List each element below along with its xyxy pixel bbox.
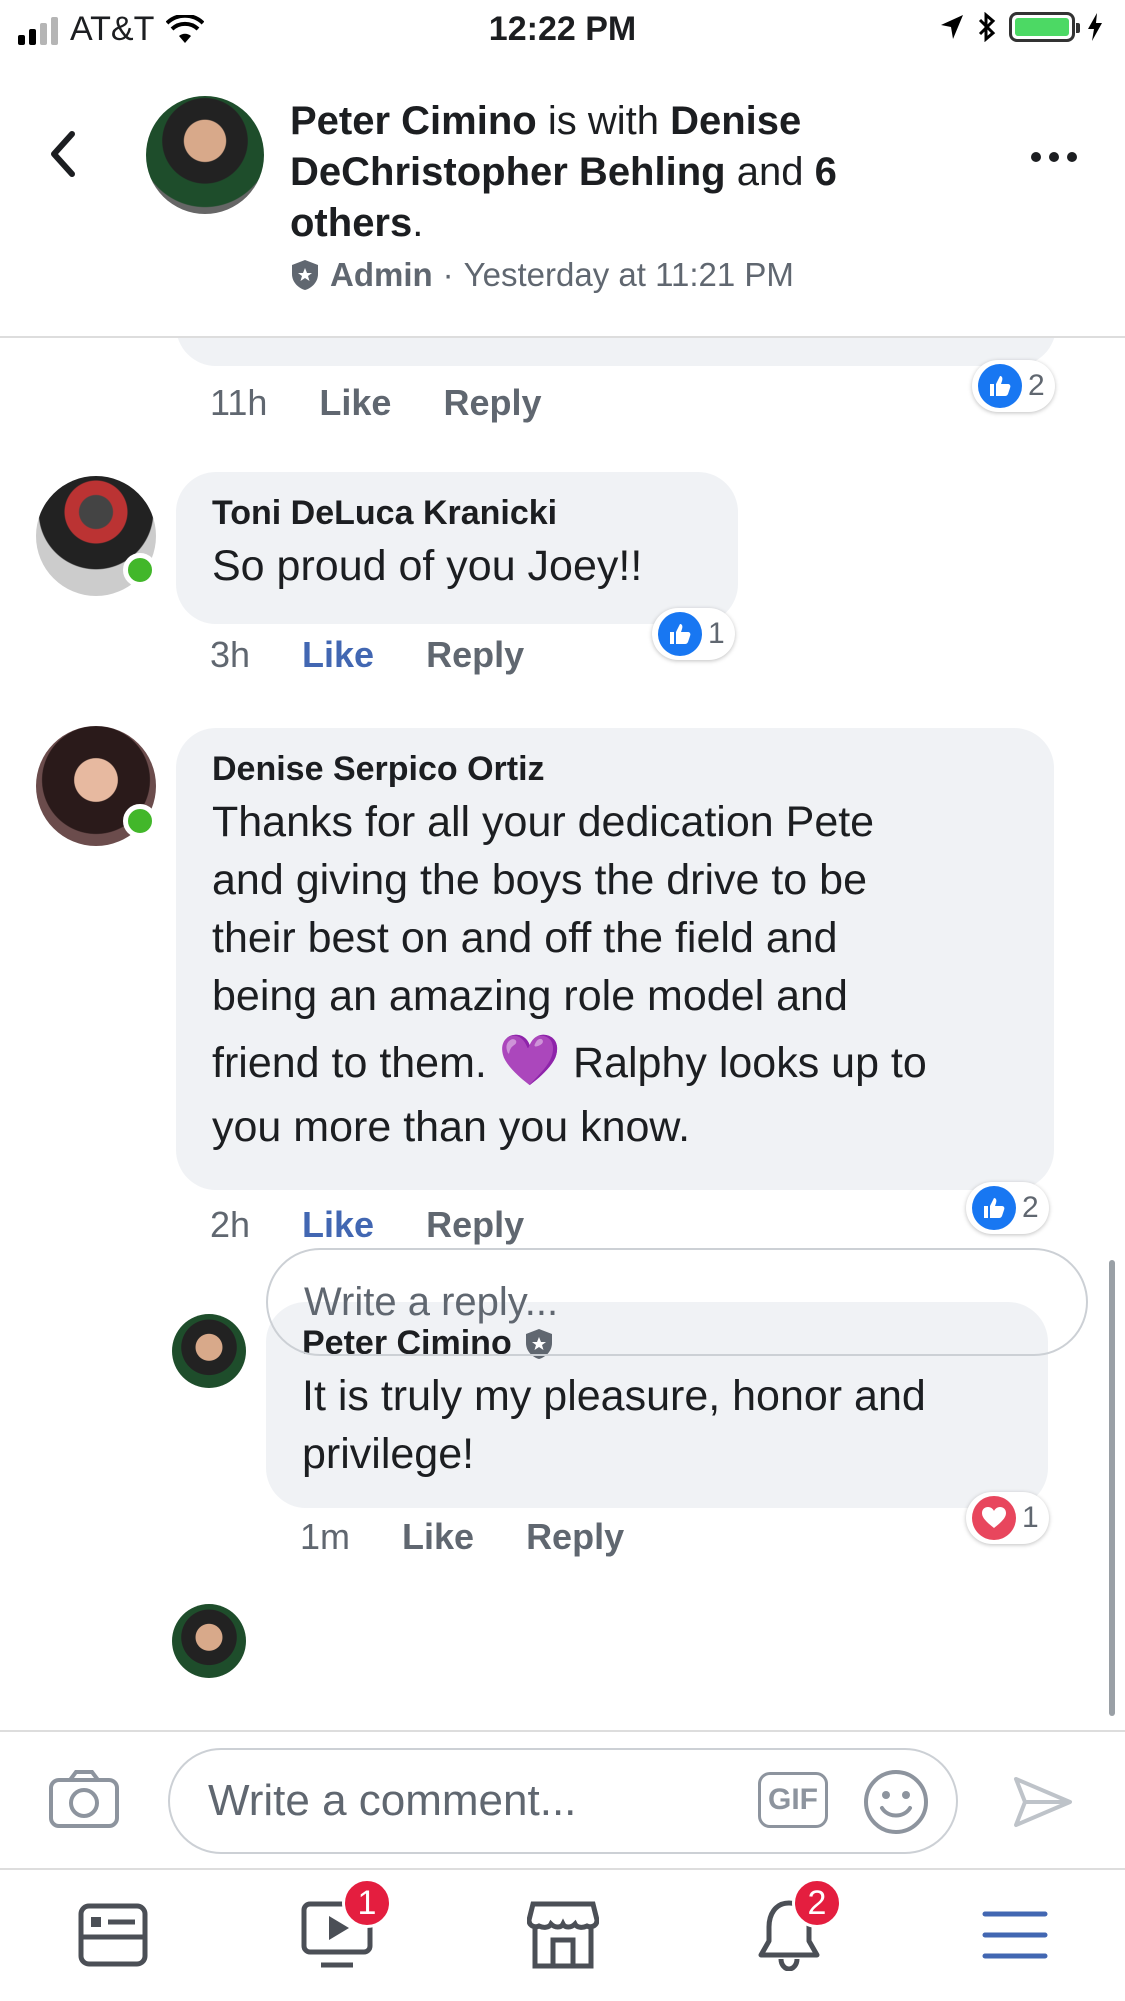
reaction-summary[interactable]: 2 — [966, 1182, 1049, 1234]
comment-text-line: being an amazing role model and — [212, 972, 848, 1020]
comment-text: So proud of you Joey!! — [212, 542, 643, 590]
comment-text: Thanks for all your dedication Pete and … — [212, 793, 1018, 1156]
send-button[interactable] — [1013, 1776, 1073, 1833]
comment-composer: Write a comment... GIF — [0, 1730, 1125, 1868]
sticker-button[interactable] — [862, 1768, 930, 1847]
comment-bubble: Denise Serpico Ortiz Thanks for all your… — [176, 728, 1054, 1190]
like-button[interactable]: Like — [319, 382, 391, 424]
reply-text-line: privilege! — [302, 1430, 475, 1478]
reaction-summary[interactable]: 1 — [966, 1492, 1049, 1544]
reply-author-avatar[interactable] — [172, 1314, 246, 1388]
like-button[interactable]: Like — [402, 1516, 474, 1558]
author-avatar[interactable] — [146, 96, 264, 214]
reaction-count: 1 — [1022, 1501, 1039, 1534]
comment-text-line: you more than you know. — [212, 1103, 691, 1151]
scrollbar[interactable] — [1109, 1260, 1115, 1716]
reply-text-line: It is truly my pleasure, honor and — [302, 1372, 926, 1420]
like-button[interactable]: Like — [302, 1204, 374, 1246]
like-button[interactable]: Like — [302, 634, 374, 676]
post-title: Peter Cimino is with Denise DeChristophe… — [290, 96, 910, 249]
location-arrow-icon — [941, 15, 963, 39]
reply-button[interactable]: Reply — [426, 1204, 524, 1246]
comment-text-segment: friend to them. — [212, 1039, 499, 1087]
online-indicator — [123, 553, 157, 587]
reply-button[interactable]: Reply — [443, 382, 541, 424]
comment-placeholder: Write a comment... — [208, 1776, 577, 1825]
reply-text: It is truly my pleasure, honor and privi… — [302, 1367, 1012, 1483]
comment-author[interactable]: Denise Serpico Ortiz — [212, 750, 1018, 789]
reaction-summary[interactable]: 1 — [652, 608, 735, 660]
comment-text-line: their best on and off the field and — [212, 914, 838, 962]
comment-time: 3h — [210, 634, 251, 675]
online-indicator — [123, 804, 157, 838]
tab-news-feed[interactable] — [68, 1890, 158, 1980]
camera-icon — [49, 1770, 119, 1828]
menu-icon — [982, 1911, 1048, 1959]
reply-button[interactable]: Reply — [426, 634, 524, 676]
comments-list[interactable]: 11h Like Reply 2 Toni DeLuca Kranicki So… — [0, 338, 1125, 1730]
my-avatar — [172, 1604, 246, 1678]
chevron-left-icon — [51, 131, 75, 177]
status-icons — [939, 12, 1103, 42]
tab-watch[interactable]: 1 — [292, 1878, 392, 1980]
comment-bubble-partial — [176, 338, 1056, 366]
charging-icon — [1088, 13, 1102, 41]
and-text: and — [725, 150, 815, 194]
with-text: is with — [536, 99, 671, 143]
bluetooth-icon — [978, 12, 996, 42]
meta-separator: · — [442, 256, 454, 293]
comment-actions: 11h Like Reply — [210, 382, 542, 424]
admin-shield-icon — [292, 260, 318, 290]
more-options-button[interactable] — [1031, 152, 1077, 162]
love-reaction-icon — [972, 1496, 1016, 1540]
like-reaction-icon — [978, 364, 1022, 408]
comment-actions: 2h Like Reply — [210, 1204, 524, 1246]
watch-badge: 1 — [342, 1878, 392, 1928]
camera-button[interactable] — [48, 1768, 120, 1835]
comment-time: 11h — [210, 382, 268, 423]
like-reaction-icon — [972, 1186, 1016, 1230]
like-reaction-icon — [658, 612, 702, 656]
smiley-icon — [864, 1770, 928, 1834]
post-meta: Admin · Yesterday at 11:21 PM — [290, 256, 794, 294]
more-dot — [1067, 152, 1077, 162]
status-bar: AT&T 12:22 PM — [0, 0, 1125, 60]
marketplace-icon — [527, 1901, 599, 1969]
purple-heart-emoji: 💜 — [498, 1032, 562, 1088]
post-timestamp[interactable]: Yesterday at 11:21 PM — [464, 256, 794, 294]
tab-menu[interactable] — [970, 1890, 1060, 1980]
tab-notifications[interactable]: 2 — [744, 1878, 842, 1980]
comment-time: 2h — [210, 1204, 251, 1245]
reply-button[interactable]: Reply — [526, 1516, 624, 1558]
reply-input[interactable]: Write a reply... — [266, 1248, 1088, 1356]
comment-text-line: and giving the boys the drive to be — [212, 856, 867, 904]
battery-icon — [1009, 12, 1080, 42]
comment-author[interactable]: Toni DeLuca Kranicki — [212, 494, 702, 533]
reply-time: 1m — [300, 1516, 351, 1557]
comment-actions: 3h Like Reply — [210, 634, 524, 676]
post-header: Peter Cimino is with Denise DeChristophe… — [0, 60, 1125, 338]
reply-actions: 1m Like Reply — [300, 1516, 624, 1558]
comment-text-line: Thanks for all your dedication Pete — [212, 798, 875, 846]
reaction-count: 2 — [1022, 1191, 1039, 1224]
author-name[interactable]: Peter Cimino — [290, 99, 537, 143]
reaction-count: 2 — [1028, 369, 1045, 402]
news-feed-icon — [78, 1903, 148, 1967]
send-icon — [1014, 1777, 1072, 1827]
tab-marketplace[interactable] — [518, 1890, 608, 1980]
tab-bar: 1 2 — [0, 1868, 1125, 2001]
notifications-badge: 2 — [792, 1878, 842, 1928]
gif-button[interactable]: GIF — [758, 1772, 828, 1828]
comment-bubble: Toni DeLuca Kranicki So proud of you Joe… — [176, 472, 738, 624]
reaction-count: 1 — [708, 617, 725, 650]
admin-label: Admin — [330, 256, 433, 293]
more-dot — [1049, 152, 1059, 162]
back-button[interactable] — [48, 130, 76, 183]
more-dot — [1031, 152, 1041, 162]
comment-text-segment: Ralphy looks up to — [561, 1039, 927, 1087]
period-text: . — [412, 201, 424, 245]
comment-input[interactable]: Write a comment... GIF — [168, 1748, 958, 1854]
comment-text-line: friend to them. 💜 Ralphy looks up to — [212, 1025, 1018, 1098]
reaction-summary[interactable]: 2 — [972, 360, 1055, 412]
